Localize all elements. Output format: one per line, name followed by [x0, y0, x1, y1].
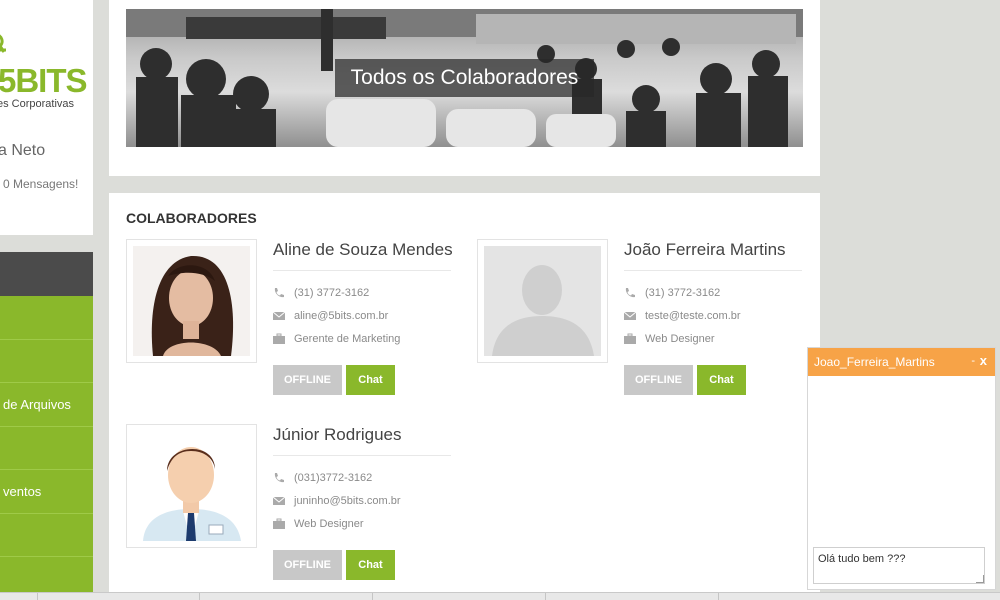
chat-button[interactable]: Chat [346, 365, 395, 395]
collaborator-name[interactable]: João Ferreira Martins [624, 240, 786, 260]
bar-divider [372, 593, 373, 600]
phone-line: (31) 3772-3162 [624, 287, 720, 299]
avatar-placeholder-icon [484, 246, 601, 356]
messages-link[interactable]: 0 Mensagens! [3, 177, 78, 191]
phone-line: (31) 3772-3162 [273, 287, 369, 299]
briefcase-icon [624, 333, 636, 344]
briefcase-icon [273, 518, 285, 529]
avatar [126, 239, 257, 363]
avatar [477, 239, 608, 363]
envelope-icon [273, 311, 285, 320]
chat-button[interactable]: Chat [346, 550, 395, 580]
divider [273, 270, 451, 271]
offline-button[interactable]: OFFLINE [273, 365, 342, 395]
banner-card: Todos os Colaboradores [109, 0, 820, 176]
email-line: juninho@5bits.com.br [273, 495, 401, 507]
nav-header [0, 252, 93, 296]
sidebar-item-1[interactable] [0, 296, 93, 340]
avatar [126, 424, 257, 548]
offline-button[interactable]: OFFLINE [624, 365, 693, 395]
email-line: teste@teste.com.br [624, 310, 741, 322]
offline-button[interactable]: OFFLINE [273, 550, 342, 580]
chat-title: Joao_Ferreira_Martins [814, 355, 935, 369]
close-button[interactable]: x [980, 353, 987, 368]
sidebar: 5BITS es Corporativas a Neto 0 Mensagens… [0, 0, 93, 600]
bar-divider [545, 593, 546, 600]
divider [624, 270, 802, 271]
chat-messages-area [808, 376, 995, 546]
chat-input[interactable]: Olá tudo bem ??? [813, 547, 985, 584]
minimize-button[interactable]: - [971, 355, 975, 367]
email-text[interactable]: aline@5bits.com.br [294, 310, 388, 322]
banner-image: Todos os Colaboradores [126, 9, 803, 147]
bar-divider [37, 593, 38, 600]
sidebar-item-arquivos[interactable]: de Arquivos [0, 383, 93, 427]
bar-divider [199, 593, 200, 600]
chat-header[interactable]: Joao_Ferreira_Martins - x [808, 348, 995, 376]
chat-button[interactable]: Chat [697, 365, 746, 395]
sidebar-item-6[interactable] [0, 514, 93, 557]
role-text: Web Designer [294, 518, 364, 530]
collaborator-name[interactable]: Aline de Souza Mendes [273, 240, 453, 260]
phone-icon [625, 288, 635, 298]
bar-divider [718, 593, 719, 600]
phone-line: (031)3772-3162 [273, 472, 372, 484]
sidebar-item-2[interactable] [0, 340, 93, 383]
collaborator-card: Júnior Rodrigues (031)3772-3162 juninho@… [126, 424, 456, 600]
logo-text: 5BITS [0, 62, 88, 99]
avatar-photo-aline [133, 246, 250, 356]
envelope-icon [273, 496, 285, 505]
phone-icon [274, 288, 284, 298]
role-line: Gerente de Marketing [273, 333, 400, 345]
phone-text: (031)3772-3162 [294, 472, 373, 484]
divider [273, 455, 451, 456]
email-text[interactable]: teste@teste.com.br [645, 310, 741, 322]
role-text: Web Designer [645, 333, 715, 345]
avatar-illustration-junior [133, 431, 250, 541]
collaborator-card: Aline de Souza Mendes (31) 3772-3162 ali… [126, 239, 456, 419]
email-line: aline@5bits.com.br [273, 310, 388, 322]
logo-subtitle: es Corporativas [0, 98, 75, 110]
sidebar-item-eventos[interactable]: ventos [0, 470, 93, 514]
sidebar-nav: de Arquivos ventos [0, 296, 93, 600]
briefcase-icon [273, 333, 285, 344]
phone-icon [274, 473, 284, 483]
sidebar-item-4[interactable] [0, 427, 93, 470]
collaborator-name[interactable]: Júnior Rodrigues [273, 425, 402, 445]
phone-text: (31) 3772-3162 [294, 287, 370, 299]
collaborator-card: João Ferreira Martins (31) 3772-3162 tes… [477, 239, 807, 419]
role-text: Gerente de Marketing [294, 333, 401, 345]
resize-grip-icon[interactable] [976, 575, 984, 583]
role-line: Web Designer [273, 518, 364, 530]
user-name[interactable]: a Neto [0, 142, 45, 160]
bottom-bar [0, 592, 1000, 600]
logo-icon [0, 34, 6, 53]
banner-title: Todos os Colaboradores [335, 59, 594, 97]
collaborators-card: COLABORADORES Aline de Souza Mendes (31)… [109, 193, 820, 600]
envelope-icon [624, 311, 636, 320]
phone-text: (31) 3772-3162 [645, 287, 721, 299]
profile-panel: 5BITS es Corporativas a Neto 0 Mensagens… [0, 0, 93, 235]
role-line: Web Designer [624, 333, 715, 345]
section-heading: COLABORADORES [126, 210, 257, 226]
email-text[interactable]: juninho@5bits.com.br [294, 495, 401, 507]
chat-window: Joao_Ferreira_Martins - x Olá tudo bem ?… [807, 347, 996, 590]
